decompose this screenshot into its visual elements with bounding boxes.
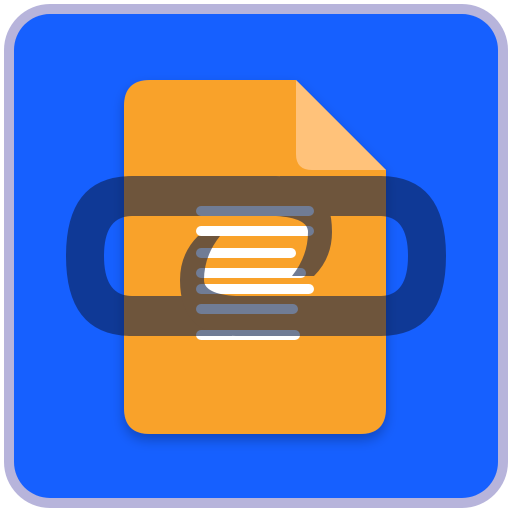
linked-document-app-icon[interactable]	[0, 0, 512, 512]
